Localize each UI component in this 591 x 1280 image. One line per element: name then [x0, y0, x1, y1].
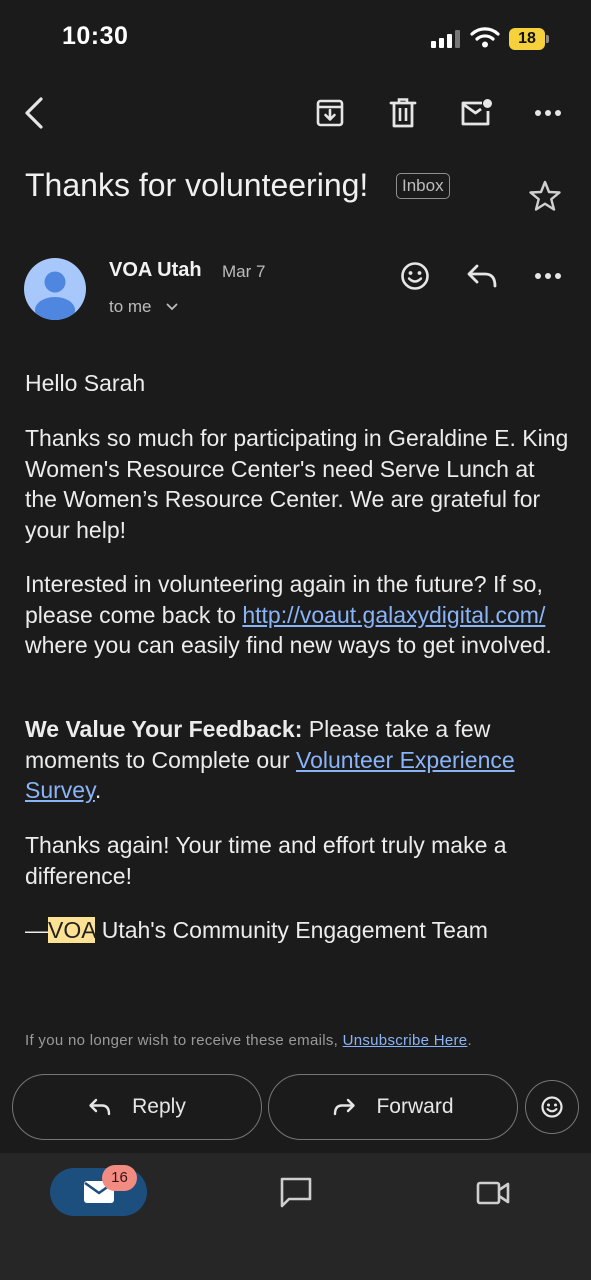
body-paragraph-4: Thanks again! Your time and effort truly…: [25, 832, 507, 889]
unsubscribe-link[interactable]: Unsubscribe Here: [343, 1032, 468, 1049]
recipient-details[interactable]: to me: [109, 297, 178, 317]
star-icon[interactable]: [528, 179, 562, 213]
greeting: Hello Sarah: [25, 370, 146, 396]
feedback-paragraph: We Value Your Feedback: Please take a fe…: [25, 714, 570, 806]
battery-indicator: 18: [509, 28, 545, 50]
message-more-icon[interactable]: [534, 272, 562, 280]
trash-icon[interactable]: [385, 95, 421, 131]
para2-text-end: where you can easily find new ways to ge…: [25, 632, 552, 658]
more-icon[interactable]: [530, 95, 566, 131]
reply-icon[interactable]: [466, 262, 498, 290]
sender-name[interactable]: VOA Utah: [109, 259, 202, 282]
unsubscribe-note: If you no longer wish to receive these e…: [25, 1032, 472, 1049]
galaxydigital-link[interactable]: http://voaut.galaxydigital.com/: [242, 602, 545, 628]
signature: —VOA Utah's Community Engagement Team: [25, 915, 570, 946]
unsubscribe-period: .: [467, 1032, 472, 1049]
forward-label: Forward: [376, 1095, 454, 1118]
chevron-down-icon: [166, 303, 177, 311]
archive-icon[interactable]: [312, 95, 348, 131]
battery-tip: [546, 35, 549, 43]
unsubscribe-text: If you no longer wish to receive these e…: [25, 1032, 343, 1049]
unread-count-badge: 16: [102, 1165, 137, 1191]
status-time: 10:30: [62, 22, 129, 50]
signal-icon: [431, 30, 460, 48]
inbox-label[interactable]: Inbox: [396, 173, 450, 199]
wifi-icon: [470, 26, 500, 48]
chat-icon: [280, 1177, 312, 1208]
feedback-heading: We Value Your Feedback:: [25, 716, 303, 742]
body-paragraph-2: Interested in volunteering again in the …: [25, 569, 570, 661]
reply-button[interactable]: Reply: [12, 1074, 262, 1140]
email-date: Mar 7: [222, 262, 266, 281]
avatar[interactable]: [24, 258, 86, 320]
highlighted-term: VOA: [48, 917, 96, 943]
email-subject: Thanks for volunteering!: [25, 167, 369, 203]
forward-icon: [334, 1098, 356, 1116]
reply-icon: [89, 1098, 111, 1116]
video-camera-icon: [476, 1181, 510, 1205]
feedback-period: .: [94, 777, 102, 803]
signature-text: Utah's Community Engagement Team: [95, 917, 488, 943]
emoji-reaction-button[interactable]: [525, 1080, 579, 1134]
nav-chat-tab[interactable]: [279, 1176, 313, 1208]
signature-dash: —: [25, 917, 48, 943]
mark-unread-icon[interactable]: [458, 95, 494, 131]
body-paragraph-1: Thanks so much for participating in Gera…: [25, 425, 569, 543]
nav-meet-tab[interactable]: [476, 1180, 510, 1206]
reply-label: Reply: [132, 1095, 186, 1118]
emoji-react-icon[interactable]: [399, 260, 431, 292]
emoji-icon: [541, 1096, 563, 1118]
back-icon[interactable]: [16, 95, 52, 131]
forward-button[interactable]: Forward: [268, 1074, 518, 1140]
recipient-label: to me: [109, 297, 152, 316]
